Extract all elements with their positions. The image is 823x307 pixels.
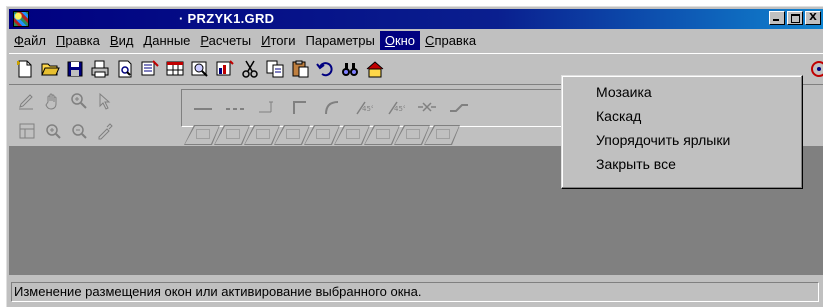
tab-calc[interactable]: [304, 125, 340, 145]
menu-item-arrange-icons[interactable]: Упорядочить ярлыки: [562, 128, 802, 152]
corner-tool-icon[interactable]: [289, 97, 309, 117]
angle45-tool-icon[interactable]: 45°: [353, 97, 373, 117]
menu-window-accel: О: [384, 33, 395, 48]
tab-print[interactable]: [394, 125, 430, 145]
new-file-icon[interactable]: [15, 59, 35, 79]
tab-calc-icon: [316, 129, 330, 139]
tab-extra-icon: [436, 129, 450, 139]
minimize-button[interactable]: [769, 11, 785, 25]
menu-calculations[interactable]: Расчеты: [195, 31, 256, 50]
tab-print-icon: [406, 129, 420, 139]
home-icon[interactable]: [365, 59, 385, 79]
menu-results-label: тоги: [270, 33, 296, 48]
tab-lines-icon: [196, 129, 210, 139]
tab-extra[interactable]: [424, 125, 460, 145]
menu-item-tile[interactable]: Мозаика: [562, 80, 802, 104]
tab-pipes[interactable]: [244, 125, 280, 145]
window-title: · PRZYK1.GRD: [179, 11, 275, 26]
print-icon[interactable]: [90, 59, 110, 79]
paste-icon[interactable]: [290, 59, 310, 79]
menu-results[interactable]: Итоги: [256, 31, 300, 50]
window-menu-dropdown: Мозаика Каскад Упорядочить ярлыки Закрыт…: [561, 75, 803, 189]
menu-help[interactable]: Справка: [420, 31, 481, 50]
table-icon[interactable]: [165, 59, 185, 79]
menu-data[interactable]: Данные: [138, 31, 195, 50]
zoom-preview-icon[interactable]: [190, 59, 210, 79]
close-button[interactable]: X: [805, 11, 821, 25]
close-icon: X: [809, 12, 817, 23]
svg-text:45°: 45°: [394, 105, 405, 113]
find-icon[interactable]: [340, 59, 360, 79]
undo-icon[interactable]: [315, 59, 335, 79]
tab-lines[interactable]: [184, 125, 220, 145]
dimension-line-icon[interactable]: [257, 97, 277, 117]
menu-file[interactable]: Файл: [9, 31, 51, 50]
tab-info[interactable]: [274, 125, 310, 145]
line-tool-icon[interactable]: [193, 97, 213, 117]
dashed-line-icon[interactable]: [225, 97, 245, 117]
hand-tool-icon[interactable]: [43, 91, 63, 111]
menu-calculations-accel: Р: [200, 33, 209, 48]
status-bar: Изменение размещения окон или активирова…: [9, 280, 823, 302]
menu-file-accel: Ф: [14, 33, 24, 48]
zoom-in-2-icon[interactable]: [43, 121, 63, 141]
menu-edit-accel: П: [55, 33, 66, 48]
layout-tool-icon[interactable]: [17, 121, 37, 141]
valve-tool-icon[interactable]: [417, 97, 437, 117]
tab-info-icon: [286, 129, 300, 139]
menu-data-label: анные: [152, 33, 191, 48]
tab-pipes-icon: [256, 129, 270, 139]
zoom-out-icon[interactable]: [69, 121, 89, 141]
angle45b-tool-icon[interactable]: 45°: [385, 97, 405, 117]
tab-shapes-icon: [376, 129, 390, 139]
tab-shapes[interactable]: [364, 125, 400, 145]
copy-icon[interactable]: [265, 59, 285, 79]
app-icon[interactable]: [13, 11, 29, 27]
cut-icon[interactable]: [240, 59, 260, 79]
select-arrow-icon[interactable]: [95, 91, 115, 111]
eyedropper-icon[interactable]: [95, 121, 115, 141]
title-bar[interactable]: · PRZYK1.GRD X: [9, 9, 823, 29]
help-pointer-icon[interactable]: [809, 59, 823, 79]
menu-item-close-all[interactable]: Закрыть все: [562, 152, 802, 176]
menu-calculations-label: асчеты: [208, 33, 252, 48]
chart-icon[interactable]: [215, 59, 235, 79]
menu-data-accel: Д: [143, 33, 153, 48]
menu-window-label: кно: [394, 33, 416, 48]
menu-view-accel: В: [109, 33, 119, 48]
menu-parameters-label: Параметры: [305, 33, 375, 48]
menu-help-label: правка: [434, 33, 477, 48]
open-folder-icon[interactable]: [40, 59, 60, 79]
menu-item-cascade[interactable]: Каскад: [562, 104, 802, 128]
menu-view-label: ид: [118, 33, 134, 48]
maximize-button[interactable]: [787, 11, 803, 25]
svg-text:45°: 45°: [362, 105, 373, 113]
edit-data-icon[interactable]: [140, 59, 160, 79]
tab-list[interactable]: [334, 125, 370, 145]
menu-parameters[interactable]: Параметры: [301, 31, 380, 50]
zoom-in-icon[interactable]: [69, 91, 89, 111]
print-preview-icon[interactable]: [115, 59, 135, 79]
menu-file-label: айл: [23, 33, 46, 48]
menu-window[interactable]: Окно: [379, 31, 421, 50]
menu-view[interactable]: Вид: [105, 31, 139, 50]
tab-list-icon: [346, 129, 360, 139]
window-controls: X: [767, 11, 821, 25]
save-icon[interactable]: [65, 59, 85, 79]
menu-edit[interactable]: Правка: [51, 31, 105, 50]
tab-frame[interactable]: [214, 125, 250, 145]
pencil-tool-icon[interactable]: [17, 91, 37, 111]
arc-tool-icon[interactable]: [321, 97, 341, 117]
tab-frame-icon: [226, 129, 240, 139]
view-tabs: [184, 125, 454, 145]
menu-bar: Файл Правка Вид Данные Расчеты Итоги Пар…: [9, 31, 823, 50]
bend-tool-icon[interactable]: [449, 97, 469, 117]
menu-edit-label: равка: [65, 33, 100, 48]
status-text: Изменение размещения окон или активирова…: [11, 282, 819, 302]
